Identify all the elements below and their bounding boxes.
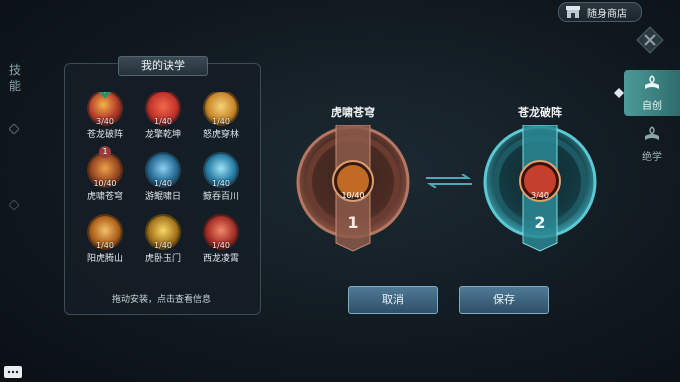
- skill-orb: 1/40: [205, 154, 237, 188]
- chat-icon[interactable]: [4, 366, 22, 378]
- skill-item[interactable]: 1/40 西龙凌霄: [198, 216, 244, 262]
- slot-1-title: 虎啸苍穹: [331, 106, 375, 119]
- skill-level: 1/40: [212, 241, 230, 250]
- skill-name: 龙擎乾坤: [144, 130, 181, 140]
- skill-name: 苍龙破阵: [86, 130, 123, 140]
- skill-item[interactable]: 1/40 游鲲啸日: [140, 154, 186, 212]
- book-icon: [645, 126, 659, 140]
- slot-1[interactable]: 10/40 1: [296, 124, 410, 279]
- skill-item[interactable]: 1 10/40 虎啸苍穹: [82, 146, 128, 212]
- tab-skills[interactable]: 技能: [6, 62, 24, 94]
- tab-custom-label: 自创: [642, 101, 662, 112]
- rank-badge: 1: [99, 146, 111, 158]
- skill-name: 鲸吞百川: [202, 192, 239, 202]
- slot-1-number: 1: [347, 213, 359, 232]
- skill-name: 虎卧玉门: [144, 254, 181, 262]
- skill-name: 虎啸苍穹: [86, 192, 123, 202]
- close-icon[interactable]: [636, 26, 664, 54]
- panel-title: 我的诀学: [118, 56, 208, 76]
- slot-2-level: 3/40: [531, 191, 549, 200]
- skill-level: 1/40: [212, 117, 230, 126]
- slot-1-level: 10/40: [341, 191, 365, 200]
- cancel-button[interactable]: 取消: [348, 286, 438, 314]
- skill-item[interactable]: 1/40 鲸吞百川: [198, 154, 244, 212]
- skill-orb: 1/40: [89, 216, 121, 250]
- skill-grid: 2 3/40 苍龙破阵 1/40 龙擎乾坤 1/40 怒虎穿林 1 10/40 …: [82, 92, 244, 262]
- skill-level: 1/40: [154, 179, 172, 188]
- diamond-icon: [9, 200, 19, 210]
- slot-1-ring: [296, 124, 410, 252]
- book-icon: [645, 75, 659, 89]
- skill-orb: 2 3/40: [89, 92, 121, 126]
- panel-hint: 拖动安装，点击查看信息: [111, 295, 211, 305]
- skill-level: 3/40: [96, 117, 114, 126]
- shop-button[interactable]: 随身商店: [558, 2, 642, 22]
- tab-ultimate-label: 绝学: [642, 152, 662, 163]
- skill-item[interactable]: 1/40 虎卧玉门: [140, 216, 186, 262]
- slot-2-ring: [483, 124, 597, 252]
- skill-orb: 1/40: [205, 92, 237, 126]
- skill-orb: 1/40: [147, 154, 179, 188]
- slot-2-title: 苍龙破阵: [518, 106, 562, 119]
- skill-name: 怒虎穿林: [202, 130, 239, 140]
- skill-level: 10/40: [93, 179, 117, 188]
- skill-level: 1/40: [154, 241, 172, 250]
- slot-2-number: 2: [534, 213, 546, 232]
- skill-name: 西龙凌霄: [202, 254, 239, 262]
- slot-2[interactable]: 3/40 2: [483, 124, 597, 279]
- skill-item[interactable]: 1/40 龙擎乾坤: [140, 92, 186, 150]
- skill-item[interactable]: 1/40 阳虎腾山: [82, 216, 128, 262]
- skill-orb: 1 10/40: [89, 146, 121, 188]
- skill-item[interactable]: 2 3/40 苍龙破阵: [82, 92, 128, 150]
- save-button[interactable]: 保存: [459, 286, 549, 314]
- skill-level: 1/40: [154, 117, 172, 126]
- skill-item[interactable]: 1/40 怒虎穿林: [198, 92, 244, 150]
- diamond-icon: [9, 124, 19, 134]
- skill-level: 1/40: [212, 179, 230, 188]
- active-marker-icon: [614, 88, 624, 98]
- tab-ultimate[interactable]: 绝学: [624, 124, 680, 168]
- shop-icon: [566, 6, 580, 18]
- skill-level: 1/40: [96, 241, 114, 250]
- tab-custom[interactable]: 自创: [624, 70, 680, 116]
- shop-label: 随身商店: [587, 8, 627, 20]
- skill-name: 游鲲啸日: [144, 192, 181, 202]
- skill-orb: 1/40: [205, 216, 237, 250]
- skill-name: 阳虎腾山: [86, 254, 123, 262]
- skill-orb: 1/40: [147, 92, 179, 126]
- rank-badge: 2: [96, 92, 114, 99]
- skill-orb: 1/40: [147, 216, 179, 250]
- swap-arrows-icon: [426, 174, 472, 188]
